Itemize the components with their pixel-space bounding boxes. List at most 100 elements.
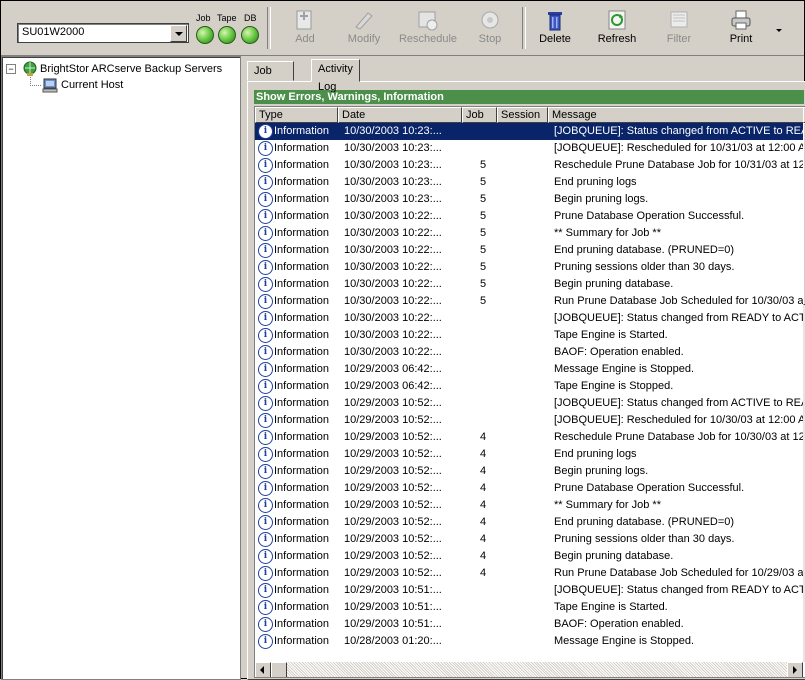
- modify-button[interactable]: Modify: [341, 5, 387, 51]
- table-row[interactable]: i Information 10/30/2003 10:23:... 5 End pru…: [255, 174, 805, 191]
- table-row[interactable]: i Information 10/30/2003 10:22:... [JOBQUEU…: [255, 310, 805, 327]
- horizontal-scrollbar[interactable]: [255, 662, 803, 677]
- db-status-label: DB: [244, 13, 257, 23]
- table-row[interactable]: i Information 10/29/2003 10:51:... BAOF: Op…: [255, 616, 805, 633]
- table-row[interactable]: i Information 10/30/2003 10:22:... 5 Prune D…: [255, 208, 805, 225]
- app-window: SU01W2000 Job Tape DB Add Modify Resched…: [0, 0, 805, 680]
- column-header-job[interactable]: Job: [462, 107, 497, 123]
- cell-message: BAOF: Operation enabled.: [554, 618, 684, 630]
- table-row[interactable]: i Information 10/30/2003 10:22:... Tape Eng…: [255, 327, 805, 344]
- information-icon: i: [258, 498, 273, 513]
- cell-message: Begin pruning logs.: [554, 193, 649, 205]
- scroll-left-button[interactable]: [255, 662, 271, 677]
- activity-log-grid: Type Date Job Session Message i Informati…: [254, 106, 805, 678]
- delete-button-label: Delete: [539, 33, 571, 45]
- table-row[interactable]: i Information 10/29/2003 10:52:... [JOBQUEU…: [255, 395, 805, 412]
- server-select-value: SU01W2000: [22, 26, 85, 38]
- server-select[interactable]: SU01W2000: [17, 23, 189, 43]
- information-icon: i: [258, 226, 273, 241]
- column-header-session[interactable]: Session: [497, 107, 548, 123]
- information-icon: i: [258, 209, 273, 224]
- cell-type: Information: [274, 414, 330, 426]
- cell-message: Message Engine is Stopped.: [554, 363, 695, 375]
- cell-type: Information: [274, 499, 330, 511]
- information-icon: i: [258, 158, 273, 173]
- table-row[interactable]: i Information 10/29/2003 10:52:... 4 Resched…: [255, 429, 805, 446]
- information-icon: i: [258, 464, 273, 479]
- filter-button[interactable]: Filter: [661, 5, 697, 51]
- horizontal-scroll-thumb[interactable]: [271, 662, 287, 677]
- table-row[interactable]: i Information 10/29/2003 10:52:... 4 Pruning…: [255, 531, 805, 548]
- table-row[interactable]: i Information 10/30/2003 10:23:... [JOBQUEU…: [255, 140, 805, 157]
- stop-button[interactable]: Stop: [473, 5, 507, 51]
- information-icon: i: [258, 617, 273, 632]
- print-button[interactable]: Print: [723, 5, 759, 51]
- table-row[interactable]: i Information 10/29/2003 10:52:... 4 Prune D…: [255, 480, 805, 497]
- information-icon: i: [258, 413, 273, 428]
- table-row[interactable]: i Information 10/30/2003 10:23:... 5 Resched…: [255, 157, 805, 174]
- cell-date: 10/30/2003 10:22:...: [344, 278, 442, 290]
- delete-button[interactable]: Delete: [535, 5, 575, 51]
- refresh-button[interactable]: Refresh: [593, 5, 641, 51]
- tab-activity-log[interactable]: Activity Log: [311, 59, 360, 93]
- table-row[interactable]: i Information 10/30/2003 10:23:... 5 Begin p…: [255, 191, 805, 208]
- cell-date: 10/30/2003 10:22:...: [344, 346, 442, 358]
- cell-message: ** Summary for Job **: [554, 227, 661, 239]
- table-row[interactable]: i Information 10/29/2003 10:52:... 4 Run Pru…: [255, 565, 805, 582]
- cell-type: Information: [274, 329, 330, 341]
- table-row[interactable]: i Information 10/30/2003 10:22:... 5 ** Summ…: [255, 225, 805, 242]
- information-icon: i: [258, 311, 273, 326]
- information-icon: i: [258, 124, 273, 139]
- reschedule-button[interactable]: Reschedule: [395, 5, 461, 51]
- dropdown-arrow-icon[interactable]: [170, 25, 187, 42]
- cell-type: Information: [274, 295, 330, 307]
- cell-date: 10/29/2003 10:52:...: [344, 448, 442, 460]
- cell-message: Run Prune Database Job Scheduled for 10/…: [554, 567, 804, 579]
- table-row[interactable]: i Information 10/29/2003 10:52:... 4 Begin p…: [255, 463, 805, 480]
- cell-message: End pruning database. (PRUNED=0): [554, 516, 735, 528]
- column-header-type[interactable]: Type: [255, 107, 338, 123]
- table-row[interactable]: i Information 10/29/2003 06:42:... Message …: [255, 361, 805, 378]
- cell-type: Information: [274, 516, 330, 528]
- cell-job: 5: [480, 227, 487, 239]
- cell-date: 10/30/2003 10:22:...: [344, 312, 442, 324]
- table-row[interactable]: i Information 10/30/2003 10:23:... [JOBQUEU…: [255, 123, 805, 140]
- table-row[interactable]: i Information 10/29/2003 10:52:... 4 End pru…: [255, 514, 805, 531]
- cell-job: 4: [480, 431, 487, 443]
- table-row[interactable]: i Information 10/30/2003 10:22:... 5 End pru…: [255, 242, 805, 259]
- table-row[interactable]: i Information 10/28/2003 01:20:... Message …: [255, 633, 805, 650]
- cell-message: [JOBQUEUE]: Status changed from READY to…: [554, 312, 805, 324]
- column-header-message[interactable]: Message: [548, 107, 805, 123]
- tree-item-label: BrightStor ARCserve Backup Servers: [40, 63, 223, 75]
- cell-job: 4: [480, 567, 487, 579]
- collapse-icon[interactable]: −: [6, 64, 16, 74]
- column-header-date[interactable]: Date: [338, 107, 462, 123]
- table-row[interactable]: i Information 10/29/2003 10:51:... Tape Eng…: [255, 599, 805, 616]
- table-row[interactable]: i Information 10/30/2003 10:22:... 5 Begin p…: [255, 276, 805, 293]
- cell-message: Tape Engine is Started.: [554, 329, 668, 341]
- cell-type: Information: [274, 159, 330, 171]
- scroll-right-button[interactable]: [787, 662, 803, 677]
- cell-type: Information: [274, 567, 330, 579]
- cell-message: Begin pruning database.: [554, 550, 674, 562]
- cell-type: Information: [274, 635, 330, 647]
- table-row[interactable]: i Information 10/30/2003 10:22:... 5 Run Pru…: [255, 293, 805, 310]
- tab-job-queue[interactable]: Job Queue: [247, 61, 295, 95]
- cell-date: 10/29/2003 06:42:...: [344, 363, 442, 375]
- cell-type: Information: [274, 363, 330, 375]
- table-row[interactable]: i Information 10/29/2003 10:51:... [JOBQUEU…: [255, 582, 805, 599]
- cell-job: 4: [480, 499, 487, 511]
- toolbar-overflow-arrow-icon[interactable]: [776, 29, 782, 32]
- add-button[interactable]: Add: [287, 5, 323, 51]
- table-row[interactable]: i Information 10/30/2003 10:22:... 5 Pruning…: [255, 259, 805, 276]
- table-row[interactable]: i Information 10/29/2003 10:52:... [JOBQUEU…: [255, 412, 805, 429]
- information-icon: i: [258, 345, 273, 360]
- job-status-label: Job: [196, 13, 211, 23]
- cell-type: Information: [274, 227, 330, 239]
- reschedule-icon: [418, 11, 438, 31]
- table-row[interactable]: i Information 10/29/2003 10:52:... 4 ** Summ…: [255, 497, 805, 514]
- table-row[interactable]: i Information 10/29/2003 10:52:... 4 End pru…: [255, 446, 805, 463]
- table-row[interactable]: i Information 10/29/2003 06:42:... Tape Eng…: [255, 378, 805, 395]
- table-row[interactable]: i Information 10/30/2003 10:22:... BAOF: Op…: [255, 344, 805, 361]
- table-row[interactable]: i Information 10/29/2003 10:52:... 4 Begin p…: [255, 548, 805, 565]
